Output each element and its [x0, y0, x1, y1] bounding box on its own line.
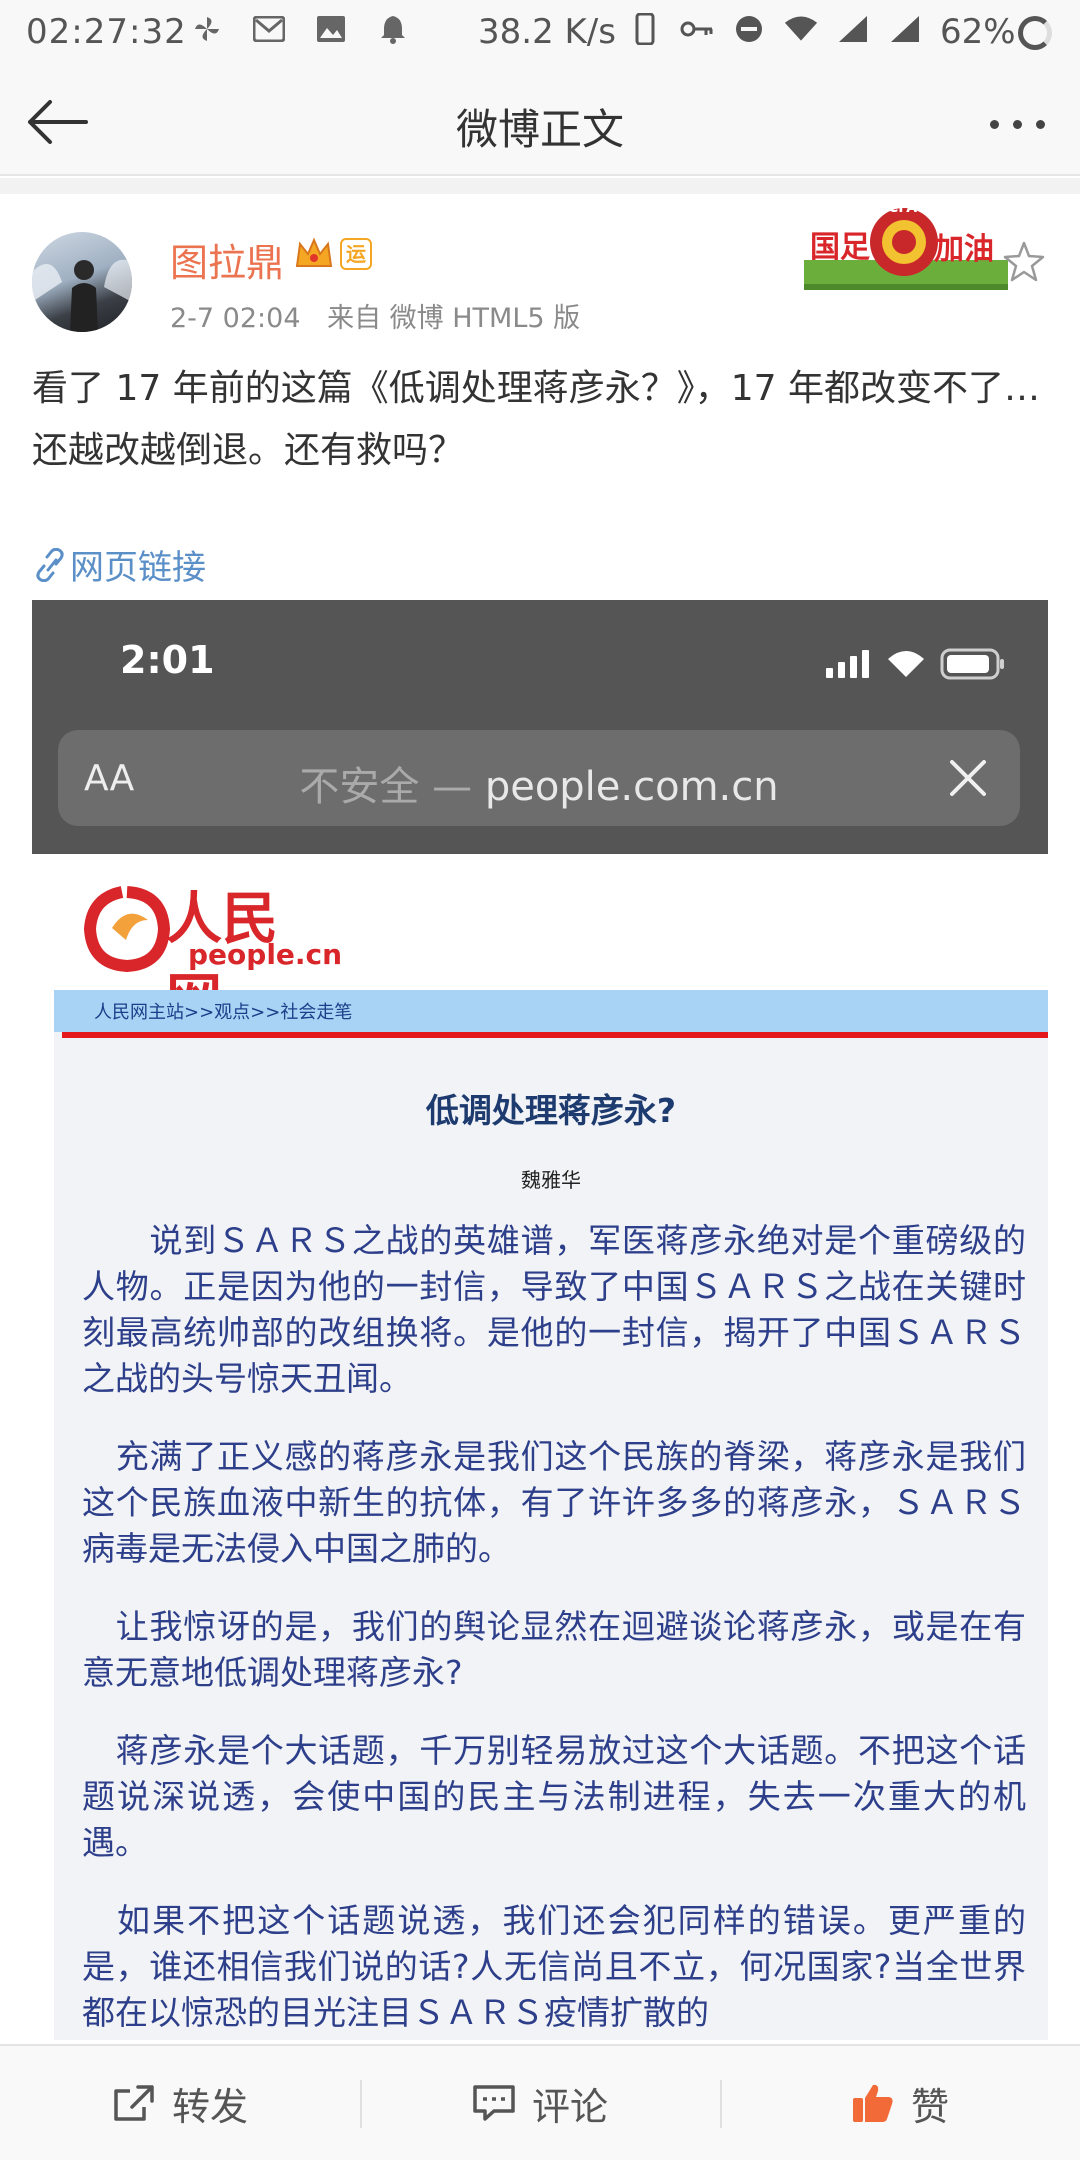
embedded-phone-header: 2:01 AA 不安全 — people.com.cn — [32, 600, 1048, 854]
comment-icon — [473, 2085, 515, 2121]
close-icon — [948, 758, 988, 798]
status-bar: 02:27:32 38.2 K/s 62% — [0, 0, 1080, 66]
embedded-status-icons — [826, 648, 1006, 680]
signal-icon — [836, 12, 870, 46]
page-title: 微博正文 — [455, 105, 624, 154]
banner-text-left: 国足 — [810, 230, 870, 265]
network-speed: 38.2 K/s — [478, 12, 616, 52]
embedded-time: 2:01 — [120, 638, 215, 682]
post-meta: 2-7 02:04 来自 微博 HTML5 版 — [170, 296, 598, 335]
repost-label: 转发 — [171, 2084, 248, 2129]
article: 人民网主站>>观点>>社会走笔 低调处理蒋彦永? 魏雅华 说到ＳＡＲＳ之战的英雄… — [54, 990, 1048, 2040]
phone-icon — [628, 12, 662, 46]
status-time: 02:27:32 — [26, 12, 187, 52]
team-support-banner: CFA 国足 加油 — [804, 198, 1008, 294]
wifi-icon — [784, 12, 818, 46]
key-icon — [680, 12, 714, 46]
vip-crown-icon[interactable] — [294, 236, 334, 272]
comment-button[interactable]: 评论 — [360, 2046, 720, 2160]
bell-icon — [376, 12, 410, 46]
embedded-address-bar: AA 不安全 — people.com.cn — [58, 730, 1020, 826]
favorite-star-icon[interactable] — [1002, 240, 1046, 284]
post-source: 来自 微博 HTML5 版 — [327, 303, 581, 334]
red-divider — [62, 1032, 1048, 1038]
post-image[interactable]: 2:01 AA 不安全 — people.com.cn 人民网 people.c… — [32, 600, 1048, 2040]
battery-icon — [1018, 16, 1052, 50]
article-title: 低调处理蒋彦永? — [425, 1091, 677, 1130]
article-author: 魏雅华 — [521, 1168, 581, 1192]
do-not-disturb-icon — [732, 12, 766, 46]
post-timestamp: 2-7 02:04 — [170, 303, 301, 334]
wifi-icon-embedded — [888, 651, 924, 677]
more-options-icon[interactable] — [990, 120, 1045, 129]
article-paragraph: 蒋彦永是个大话题，千万别轻易放过这个大话题。不把这个话题说深说透，会使中国的民主… — [82, 1731, 1026, 1862]
signal-icon-2 — [888, 12, 922, 46]
nav-bar: 微博正文 — [0, 66, 1080, 176]
logo-text-en: people.cn — [188, 938, 343, 971]
web-link[interactable]: 网页链接 — [34, 540, 206, 589]
article-paragraph: 让我惊讶的是，我们的舆论显然在迴避谈论蒋彦永，或是在有意无意地低调处理蒋彦永? — [82, 1607, 1026, 1692]
avatar[interactable] — [32, 232, 132, 332]
battery-level: 62% — [940, 12, 1016, 52]
post-text: 看了 17 年前的这篇《低调处理蒋彦永？》，17 年都改变不了…还越改越倒退。还… — [32, 368, 1040, 471]
banner-text-top: CFA — [888, 200, 918, 216]
url-domain: people.com.cn — [484, 764, 779, 810]
bottom-toolbar: 转发 评论 赞 — [0, 2044, 1080, 2160]
pinwheel-icon — [190, 12, 224, 46]
breadcrumb: 人民网主站>>观点>>社会走笔 — [54, 990, 1048, 1032]
article-paragraph: 说到ＳＡＲＳ之战的英雄谱，军医蒋彦永绝对是个重磅级的人物。正是因为他的一封信，导… — [82, 1221, 1026, 1398]
yun-badge-icon[interactable]: 运 — [340, 238, 372, 270]
repost-icon — [114, 2085, 154, 2121]
comment-label: 评论 — [531, 2084, 608, 2129]
battery-icon-embedded — [940, 648, 1004, 680]
thumbs-up-icon — [852, 2084, 893, 2122]
article-body: 说到ＳＡＲＳ之战的英雄谱，军医蒋彦永绝对是个重磅级的人物。正是因为他的一封信，导… — [82, 1218, 1026, 2040]
cellular-icon — [826, 650, 869, 678]
gmail-icon — [252, 12, 286, 46]
article-paragraph: 如果不把这个话题说透，我们还会犯同样的错误。更严重的是，谁还相信我们说的话?人无… — [82, 1901, 1026, 2032]
banner-text-right: 加油 — [934, 232, 994, 267]
link-icon — [36, 547, 64, 582]
embedded-url: 不安全 — people.com.cn — [58, 754, 1020, 812]
repost-button[interactable]: 转发 — [0, 2046, 360, 2160]
like-button[interactable]: 赞 — [720, 2046, 1080, 2160]
system-icons — [628, 12, 922, 46]
like-label: 赞 — [910, 2084, 949, 2129]
username[interactable]: 图拉鼎 — [170, 232, 284, 287]
article-paragraph: 充满了正义感的蒋彦永是我们这个民族的脊梁，蒋彦永是我们这个民族血液中新生的抗体，… — [82, 1437, 1026, 1568]
divider — [0, 178, 1080, 194]
notification-icons — [190, 12, 410, 46]
embedded-webpage: 人民网 people.cn 人民网主站>>观点>>社会走笔 低调处理蒋彦永? 魏… — [32, 854, 1048, 2040]
people-daily-logo: 人民网 people.cn — [82, 874, 342, 1033]
web-link-label: 网页链接 — [70, 548, 206, 588]
image-icon — [314, 12, 348, 46]
insecure-label: 不安全 — — [299, 764, 473, 810]
